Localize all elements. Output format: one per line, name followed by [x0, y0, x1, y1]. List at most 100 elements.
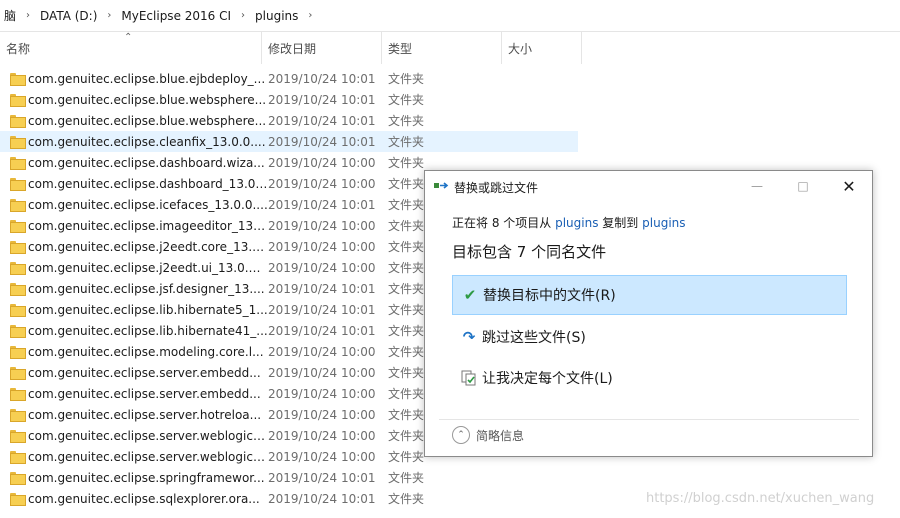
- progress-prefix: 正在将 8 个项目从: [452, 216, 552, 230]
- skip-files-option[interactable]: ↷ 跳过这些文件(S): [452, 317, 847, 357]
- dest-folder-link[interactable]: plugins: [642, 216, 685, 230]
- folder-icon: [10, 346, 26, 359]
- dialog-title-bar[interactable]: 替换或跳过文件 — □ ✕: [425, 171, 872, 201]
- file-name: com.genuitec.eclipse.dashboard_13.0....: [28, 176, 268, 191]
- skip-arrow-icon: ↷: [462, 328, 476, 346]
- column-header-size[interactable]: 大小: [502, 32, 582, 64]
- folder-icon: [10, 493, 26, 506]
- file-row[interactable]: com.genuitec.eclipse.blue.ejbdeploy_... 2…: [0, 68, 578, 89]
- file-name: com.genuitec.eclipse.sqlexplorer.ora...: [28, 491, 260, 506]
- chevron-right-icon[interactable]: ›: [101, 10, 117, 21]
- file-date: 2019/10/24 10:00: [268, 386, 376, 401]
- file-date: 2019/10/24 10:01: [268, 323, 376, 338]
- file-date: 2019/10/24 10:01: [268, 92, 376, 107]
- close-button[interactable]: ✕: [826, 171, 872, 201]
- column-header-size-label: 大小: [508, 41, 533, 56]
- file-name: com.genuitec.eclipse.imageeditor_13....: [28, 218, 268, 233]
- file-row[interactable]: com.genuitec.eclipse.blue.websphere... 20…: [0, 110, 578, 131]
- fewer-details-toggle[interactable]: ⌃ 简略信息: [452, 426, 524, 444]
- chevron-right-icon[interactable]: ›: [302, 10, 318, 21]
- folder-icon: [10, 115, 26, 128]
- file-type: 文件夹: [388, 324, 425, 338]
- maximize-icon: □: [797, 179, 809, 193]
- file-name: com.genuitec.eclipse.server.embedd...: [28, 365, 261, 380]
- folder-icon: [10, 430, 26, 443]
- replace-files-label: 替换目标中的文件(R): [483, 288, 616, 304]
- file-type: 文件夹: [388, 366, 425, 380]
- breadcrumb-item-myeclipse[interactable]: MyEclipse 2016 CI: [117, 4, 235, 28]
- minimize-button[interactable]: —: [734, 171, 780, 201]
- file-type: 文件夹: [388, 114, 425, 128]
- file-name: com.genuitec.eclipse.blue.websphere...: [28, 92, 267, 107]
- dialog-title: 替换或跳过文件: [454, 181, 539, 195]
- replace-files-option[interactable]: ✔ 替换目标中的文件(R): [452, 275, 847, 315]
- file-type: 文件夹: [388, 177, 425, 191]
- file-row[interactable]: com.genuitec.eclipse.springframewor... 20…: [0, 467, 578, 488]
- file-date: 2019/10/24 10:00: [268, 344, 376, 359]
- folder-icon: [10, 157, 26, 170]
- chevron-right-icon[interactable]: ›: [20, 10, 36, 21]
- folder-icon: [10, 220, 26, 233]
- file-name: com.genuitec.eclipse.lib.hibernate5_1...: [28, 302, 268, 317]
- replace-or-skip-dialog: 替换或跳过文件 — □ ✕ 正在将 8 个项目从 plugins 复制到 plu…: [424, 170, 873, 457]
- column-header-name[interactable]: 名称 ⌃: [0, 32, 262, 64]
- file-date: 2019/10/24 10:01: [268, 491, 376, 506]
- file-date: 2019/10/24 10:01: [268, 134, 376, 149]
- file-type: 文件夹: [388, 219, 425, 233]
- column-header-type[interactable]: 类型: [382, 32, 502, 64]
- maximize-button[interactable]: □: [780, 171, 826, 201]
- file-date: 2019/10/24 10:00: [268, 428, 376, 443]
- file-date: 2019/10/24 10:00: [268, 260, 376, 275]
- skip-files-label: 跳过这些文件(S): [482, 330, 586, 346]
- file-date: 2019/10/24 10:00: [268, 239, 376, 254]
- breadcrumb-item-computer[interactable]: 脑: [0, 4, 20, 28]
- file-name: com.genuitec.eclipse.j2eedt.core_13.0...: [28, 239, 268, 254]
- decide-each-option[interactable]: 让我决定每个文件(L): [452, 358, 847, 398]
- file-row[interactable]: com.genuitec.eclipse.cleanfix_13.0.0....…: [0, 131, 578, 152]
- file-name: com.genuitec.eclipse.server.hotreloa...: [28, 407, 262, 422]
- file-date: 2019/10/24 10:01: [268, 71, 376, 86]
- breadcrumb: 脑 › DATA (D:) › MyEclipse 2016 CI › plug…: [0, 0, 900, 32]
- divider: [439, 419, 859, 420]
- file-date: 2019/10/24 10:01: [268, 470, 376, 485]
- conflict-heading: 目标包含 7 个同名文件: [452, 243, 607, 261]
- breadcrumb-item-plugins[interactable]: plugins: [251, 4, 302, 28]
- file-row[interactable]: com.genuitec.eclipse.sqlexplorer.ora... 2…: [0, 488, 578, 509]
- file-type: 文件夹: [388, 471, 425, 485]
- file-name: com.genuitec.eclipse.jsf.designer_13....: [28, 281, 265, 296]
- folder-icon: [10, 241, 26, 254]
- folder-icon: [10, 367, 26, 380]
- checkmark-icon: ✔: [463, 286, 477, 304]
- folder-icon: [10, 388, 26, 401]
- file-date: 2019/10/24 10:01: [268, 113, 376, 128]
- decide-each-label: 让我决定每个文件(L): [482, 371, 613, 387]
- watermark: https://blog.csdn.net/xuchen_wang: [646, 491, 875, 506]
- folder-icon: [10, 94, 26, 107]
- folder-icon: [10, 73, 26, 86]
- breadcrumb-item-drive[interactable]: DATA (D:): [36, 4, 101, 28]
- file-type: 文件夹: [388, 492, 425, 506]
- chevron-up-icon: ⌃: [452, 426, 470, 444]
- file-date: 2019/10/24 10:00: [268, 449, 376, 464]
- close-icon: ✕: [842, 176, 856, 196]
- source-folder-link[interactable]: plugins: [555, 216, 598, 230]
- file-name: com.genuitec.eclipse.blue.ejbdeploy_...: [28, 71, 266, 86]
- chevron-right-icon[interactable]: ›: [235, 10, 251, 21]
- file-name: com.genuitec.eclipse.cleanfix_13.0.0....: [28, 134, 266, 149]
- folder-icon: [10, 283, 26, 296]
- copy-progress-text: 正在将 8 个项目从 plugins 复制到 plugins: [452, 214, 686, 231]
- sort-ascending-icon: ⌃: [124, 32, 133, 43]
- file-type: 文件夹: [388, 261, 425, 275]
- progress-middle: 复制到: [602, 216, 639, 230]
- file-date: 2019/10/24 10:00: [268, 155, 376, 170]
- column-header-date[interactable]: 修改日期: [262, 32, 382, 64]
- file-type: 文件夹: [388, 387, 425, 401]
- file-row[interactable]: com.genuitec.eclipse.blue.websphere... 20…: [0, 89, 578, 110]
- compare-files-icon: [461, 370, 476, 386]
- file-type: 文件夹: [388, 156, 425, 170]
- file-date: 2019/10/24 10:01: [268, 281, 376, 296]
- file-name: com.genuitec.eclipse.modeling.core.l...: [28, 344, 264, 359]
- file-type: 文件夹: [388, 282, 425, 296]
- file-name: com.genuitec.eclipse.lib.hibernate41_...: [28, 323, 268, 338]
- file-type: 文件夹: [388, 450, 425, 464]
